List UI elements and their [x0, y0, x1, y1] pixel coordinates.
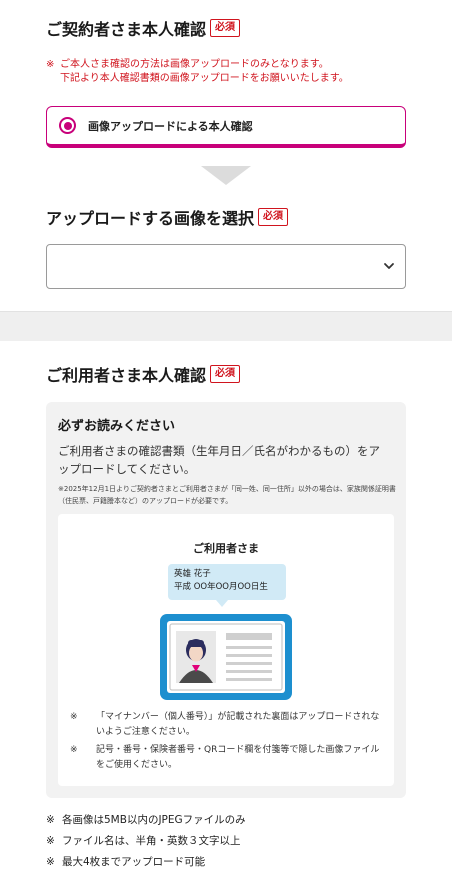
read-carefully-description: ご利用者さまの確認書類（生年月日／氏名がわかるもの）をアップロードしてください。	[58, 444, 380, 476]
note-text: 記号・番号・保険者番号・QRコード欄を付箋等で隠した画像ファイルをご使用ください…	[96, 745, 380, 770]
contractor-notice: ※ ご本人さま確認の方法は画像アップロードのみとなります。 下記より本人確認書類…	[46, 58, 426, 86]
upload-image-heading-text: アップロードする画像を選択	[46, 209, 255, 228]
user-heading: ご利用者さま本人確認 必須	[46, 362, 241, 386]
read-carefully-panel: 必ずお読みください ご利用者さまの確認書類（生年月日／氏名がわかるもの）をアップ…	[46, 402, 406, 798]
id-card-illustration	[160, 614, 292, 700]
read-carefully-title: 必ずお読みください	[58, 419, 176, 434]
bubble-name: 英雄 花子	[174, 569, 211, 579]
contractor-heading-text: ご契約者さま本人確認	[46, 20, 207, 39]
illustration-note: ※ 「マイナンバー（個人番号）」が記載された裏面はアップロードされないようご注意…	[70, 710, 388, 740]
requirement-item: ※ 最大4枚までアップロード可能	[46, 852, 416, 873]
notice-line-1: ご本人さま確認の方法は画像アップロードのみとなります。	[60, 59, 329, 70]
chevron-down-icon	[384, 263, 394, 269]
bubble-birth: 平成 OO年OO月OO日生	[174, 582, 268, 592]
requirement-item: ※ ファイル名は、半角・英数３文字以上	[46, 831, 416, 852]
illustration-note: ※ 記号・番号・保険者番号・QRコード欄を付箋等で隠した画像ファイルをご使用くだ…	[70, 743, 388, 773]
notice-line-2: 下記より本人確認書類の画像アップロードをお願いいたします。	[60, 73, 349, 84]
note-text: 「マイナンバー（個人番号）」が記載された裏面はアップロードされないようご注意くだ…	[96, 712, 380, 737]
requirement-mark: ※	[46, 856, 55, 868]
requirement-mark: ※	[46, 814, 55, 826]
family-certificate-note: ※2025年12月1日よりご契約者さまとご利用者さまが「同一姓、同一住所」以外の…	[58, 485, 396, 505]
required-badge: 必須	[258, 208, 289, 226]
note-mark: ※	[70, 745, 78, 755]
required-badge: 必須	[210, 19, 241, 37]
requirement-text: 最大4枚までアップロード可能	[62, 856, 206, 868]
illustration-notes: ※ 「マイナンバー（個人番号）」が記載された裏面はアップロードされないようご注意…	[70, 710, 388, 776]
required-badge: 必須	[210, 365, 241, 383]
upload-image-select[interactable]	[46, 244, 406, 289]
radio-selected-icon[interactable]	[59, 117, 76, 134]
id-illustration-panel: ご利用者さま 英雄 花子 平成 OO年OO月OO日生 ※ 「マイナンバー（個人番…	[58, 514, 394, 786]
notice-mark: ※	[46, 59, 55, 70]
upload-method-option[interactable]: 画像アップロードによる本人確認	[46, 106, 406, 148]
contractor-heading: ご契約者さま本人確認 必須	[46, 16, 241, 40]
upload-image-heading: アップロードする画像を選択 必須	[46, 205, 289, 229]
name-bubble: 英雄 花子 平成 OO年OO月OO日生	[168, 564, 286, 600]
triangle-down-icon	[201, 166, 251, 185]
requirement-mark: ※	[46, 835, 55, 847]
upload-method-label: 画像アップロードによる本人確認	[88, 119, 253, 133]
section-divider	[0, 311, 452, 341]
requirement-text: 各画像は5MB以内のJPEGファイルのみ	[62, 814, 246, 826]
illustration-title: ご利用者さま	[193, 542, 259, 555]
requirement-text: ファイル名は、半角・英数３文字以上	[62, 835, 241, 847]
user-heading-text: ご利用者さま本人確認	[46, 366, 207, 385]
requirement-item: ※ 各画像は5MB以内のJPEGファイルのみ	[46, 810, 416, 831]
note-mark: ※	[70, 712, 78, 722]
upload-requirements: ※ 各画像は5MB以内のJPEGファイルのみ ※ ファイル名は、半角・英数３文字…	[46, 810, 416, 873]
